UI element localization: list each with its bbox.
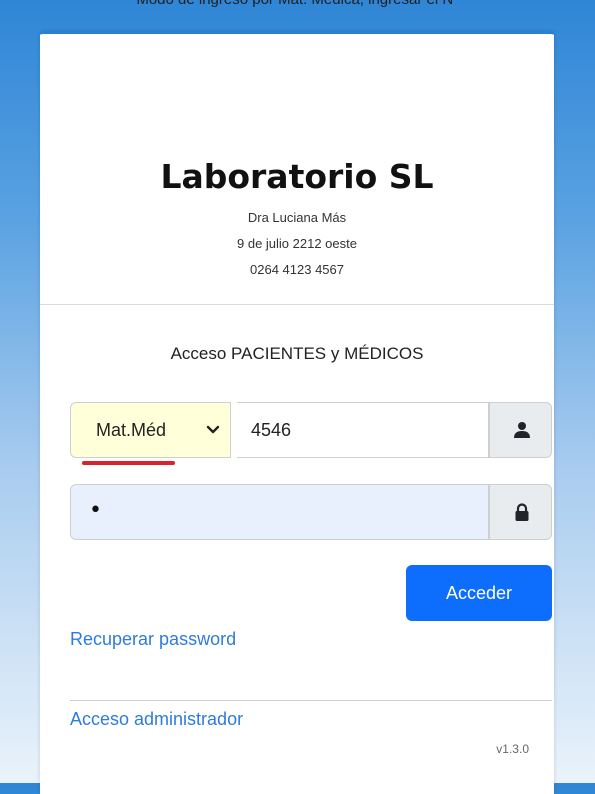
user-icon (514, 422, 530, 438)
lab-header: Laboratorio SL Dra Luciana Más 9 de juli… (40, 34, 554, 305)
recover-password-link[interactable]: Recuperar password (70, 629, 236, 650)
id-input-group: Mat.Méd 4546 (70, 402, 552, 465)
chevron-down-icon (206, 425, 220, 434)
id-number-value: 4546 (251, 420, 292, 440)
login-card: Laboratorio SL Dra Luciana Más 9 de juli… (40, 31, 554, 794)
lock-addon (489, 484, 552, 540)
password-input[interactable]: • (70, 484, 489, 540)
id-type-select[interactable]: Mat.Méd (70, 402, 231, 458)
top-caption: Modo de ingreso por Mat. Médica, ingresa… (0, 0, 595, 8)
user-addon (489, 402, 552, 458)
id-number-input[interactable]: 4546 (237, 402, 489, 458)
access-title: Acceso PACIENTES y MÉDICOS (170, 344, 424, 363)
login-button[interactable]: Acceder (406, 565, 552, 621)
password-value: • (89, 498, 104, 523)
lab-doctor-name: Dra Luciana Más (247, 210, 347, 225)
admin-access-link[interactable]: Acceso administrador (70, 709, 243, 730)
version-label: v1.3.0 (496, 742, 529, 756)
red-underline-annotation (82, 461, 175, 465)
footer-divider (70, 700, 552, 701)
id-type-value: Mat.Méd (96, 420, 167, 440)
lab-address: 9 de julio 2212 oeste (237, 236, 357, 251)
password-input-group: • (70, 484, 552, 540)
lab-phone: 0264 4123 4567 (250, 262, 344, 277)
lock-icon (515, 503, 529, 521)
lab-title: Laboratorio SL (160, 157, 434, 196)
